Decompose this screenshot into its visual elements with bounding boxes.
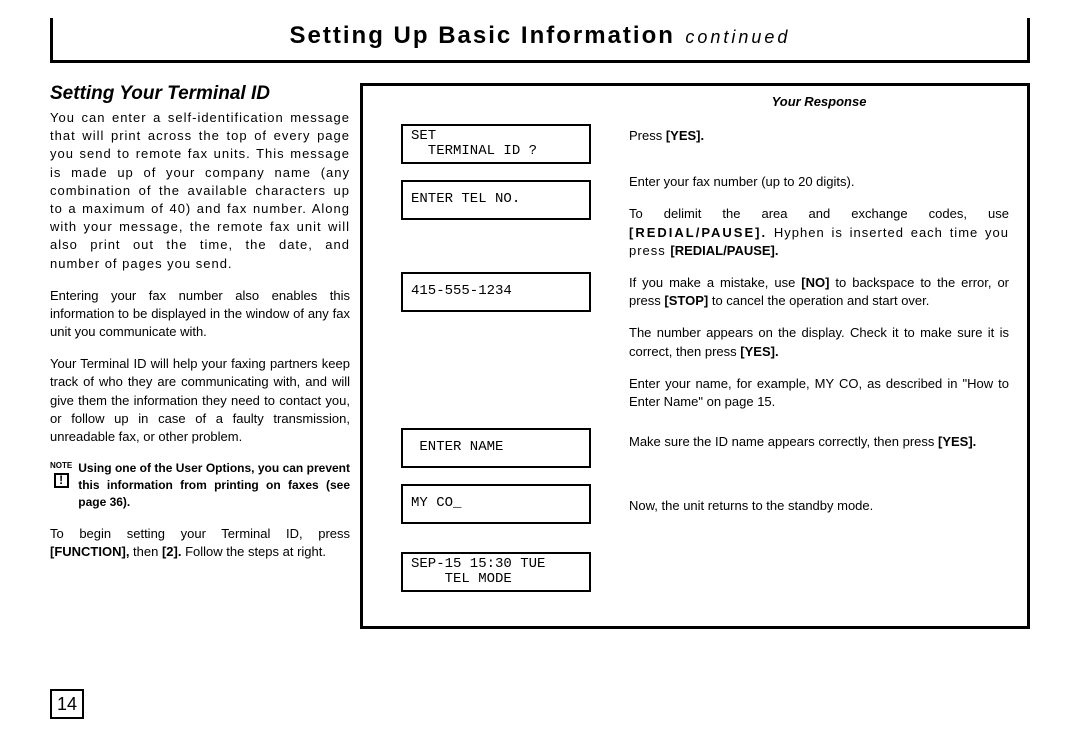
intro-paragraph-2: Entering your fax number also enables th… [50,287,350,342]
intro-paragraph-3: Your Terminal ID will help your faxing p… [50,355,350,446]
display-column: SET TERMINAL ID ? ENTER TEL NO. 415-555-… [381,94,611,608]
section-title: Setting Your Terminal ID [50,83,350,105]
header-continued: continued [685,27,790,47]
intro-paragraph-1: You can enter a self-identification mess… [50,109,350,273]
note-text: Using one of the User Options, you can p… [78,460,350,510]
response-1: Press [YES]. [629,127,1009,145]
response-7: Make sure the ID name appears correctly,… [629,433,1009,451]
response-column: Your Response Press [YES]. Enter your fa… [629,94,1009,608]
response-header: Your Response [629,94,1009,109]
response-3: To delimit the area and exchange codes, … [629,205,1009,260]
response-6: Enter your name, for example, MY CO, as … [629,375,1009,411]
page-number: 14 [50,689,84,719]
response-4: If you make a mistake, use [NO] to backs… [629,274,1009,310]
lcd-display-1: SET TERMINAL ID ? [401,124,591,164]
note-exclamation-icon: ! [54,473,69,488]
left-column: Setting Your Terminal ID You can enter a… [50,83,350,629]
lcd-display-4: ENTER NAME [401,428,591,468]
note-block: NOTE ! Using one of the User Options, yo… [50,460,350,510]
lcd-display-2: ENTER TEL NO. [401,180,591,220]
response-8: Now, the unit returns to the standby mod… [629,497,1009,515]
page-header: Setting Up Basic Information continued [50,18,1030,63]
begin-instructions: To begin setting your Terminal ID, press… [50,525,350,561]
lcd-display-6: SEP-15 15:30 TUE TEL MODE [401,552,591,592]
note-icon: NOTE ! [50,460,72,510]
lcd-display-5: MY CO_ [401,484,591,524]
procedure-box: SET TERMINAL ID ? ENTER TEL NO. 415-555-… [360,83,1030,629]
header-title: Setting Up Basic Information [290,22,675,49]
lcd-display-3: 415-555-1234 [401,272,591,312]
response-2: Enter your fax number (up to 20 digits). [629,173,1009,191]
response-5: The number appears on the display. Check… [629,324,1009,360]
note-small-label: NOTE [50,461,72,470]
